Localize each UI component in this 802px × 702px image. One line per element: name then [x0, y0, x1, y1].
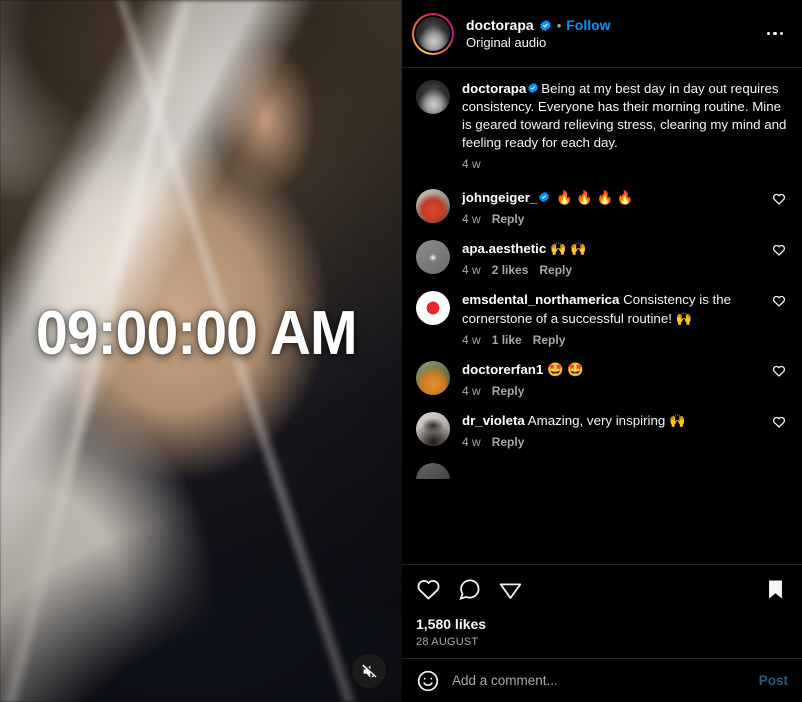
commenter-avatar[interactable]: [416, 240, 450, 275]
verified-badge-icon: [539, 19, 551, 31]
commenter-username[interactable]: johngeiger_: [462, 190, 537, 205]
comment-item: doctorerfan1 🤩 🤩 4 w Reply: [416, 360, 788, 398]
post-date: 28 AUGUST: [416, 636, 479, 648]
comment-item: apa.aesthetic 🙌 🙌 4 w 2 likes Reply: [416, 240, 788, 277]
avatar: [416, 80, 450, 114]
commenter-username[interactable]: doctorerfan1: [462, 362, 543, 377]
post-caption-row: doctorapa Being at my best day in day out…: [416, 80, 788, 171]
verified-badge-icon: [528, 82, 539, 94]
commenter-avatar[interactable]: [416, 291, 450, 326]
comments-list[interactable]: doctorapa Being at my best day in day out…: [402, 68, 802, 564]
comment-text: 🤩 🤩: [546, 361, 584, 377]
video-time-overlay: 09:00:00 AM: [36, 299, 358, 368]
speaker-muted-icon[interactable]: [352, 654, 386, 688]
author-username[interactable]: doctorapa: [466, 17, 534, 33]
comment-timestamp: 4 w: [462, 212, 481, 227]
comment-item: dr_violeta Amazing, very inspiring 🙌 4 w…: [416, 411, 788, 449]
comment-reply-button[interactable]: Reply: [533, 333, 566, 347]
caption-avatar[interactable]: [416, 80, 450, 114]
commenter-avatar[interactable]: [416, 189, 450, 224]
commenter-username[interactable]: emsdental_northamerica: [462, 292, 619, 307]
verified-badge-icon: [539, 192, 550, 203]
author-avatar-story-ring[interactable]: [412, 12, 454, 55]
comment-item-partial: [416, 462, 788, 479]
comment-like-heart-icon[interactable]: [772, 243, 788, 262]
comment-likes-count[interactable]: 2 likes: [492, 263, 529, 277]
comment-like-heart-icon[interactable]: [772, 192, 788, 211]
bookmark-filled-icon[interactable]: [763, 577, 788, 602]
heart-icon[interactable]: [416, 577, 441, 602]
commenter-avatar[interactable]: [416, 462, 450, 479]
post-sidebar: doctorapa • Follow Original audio doctor…: [402, 0, 802, 702]
post-actions: 1,580 likes 28 AUGUST: [402, 564, 802, 658]
header-separator: •: [556, 17, 562, 33]
commenter-username[interactable]: dr_violeta: [462, 413, 525, 428]
likes-count[interactable]: 1,580 likes: [416, 616, 788, 632]
audio-label[interactable]: Original audio: [466, 35, 750, 50]
add-comment-input[interactable]: [452, 673, 747, 688]
comment-timestamp: 4 w: [462, 434, 481, 449]
comment-reply-button[interactable]: Reply: [492, 212, 525, 226]
post-comment-button[interactable]: Post: [759, 673, 788, 688]
comment-timestamp: 4 w: [462, 263, 481, 278]
commenter-username[interactable]: apa.aesthetic: [462, 241, 546, 256]
caption-username[interactable]: doctorapa: [462, 81, 526, 96]
comment-bubble-icon[interactable]: [457, 577, 482, 602]
comment-item: johngeiger_ 🔥 🔥 🔥 🔥 4 w Reply: [416, 189, 788, 226]
comment-like-heart-icon[interactable]: [772, 294, 788, 313]
comment-timestamp: 4 w: [462, 383, 481, 398]
commenter-avatar[interactable]: [416, 411, 450, 446]
instagram-post-viewer: 09:00:00 AM doctorapa • Follow Original …: [0, 0, 802, 702]
comment-text: 🙌 🙌: [549, 241, 587, 257]
video-player[interactable]: 09:00:00 AM: [0, 0, 402, 702]
comment-text: 🔥 🔥 🔥 🔥: [556, 190, 634, 206]
share-paper-plane-icon[interactable]: [498, 577, 523, 602]
comment-like-heart-icon[interactable]: [772, 415, 788, 434]
commenter-avatar[interactable]: [416, 360, 450, 395]
post-header: doctorapa • Follow Original audio: [402, 0, 802, 68]
comment-timestamp: 4 w: [462, 332, 481, 347]
more-options-icon[interactable]: [762, 21, 788, 47]
comment-reply-button[interactable]: Reply: [492, 435, 525, 449]
comment-reply-button[interactable]: Reply: [492, 384, 525, 398]
comment-likes-count[interactable]: 1 like: [492, 333, 522, 347]
comment-item: emsdental_northamerica Consistency is th…: [416, 291, 788, 347]
comment-text: Amazing, very inspiring 🙌: [527, 412, 686, 428]
comment-reply-button[interactable]: Reply: [539, 263, 572, 277]
caption-text-block: doctorapa Being at my best day in day out…: [462, 80, 788, 152]
comment-like-heart-icon[interactable]: [772, 364, 788, 383]
emoji-smiley-icon[interactable]: [416, 669, 440, 693]
caption-timestamp: 4 w: [462, 157, 481, 172]
avatar: [416, 16, 450, 51]
follow-button[interactable]: Follow: [566, 17, 610, 33]
add-comment-bar: Post: [402, 658, 802, 702]
